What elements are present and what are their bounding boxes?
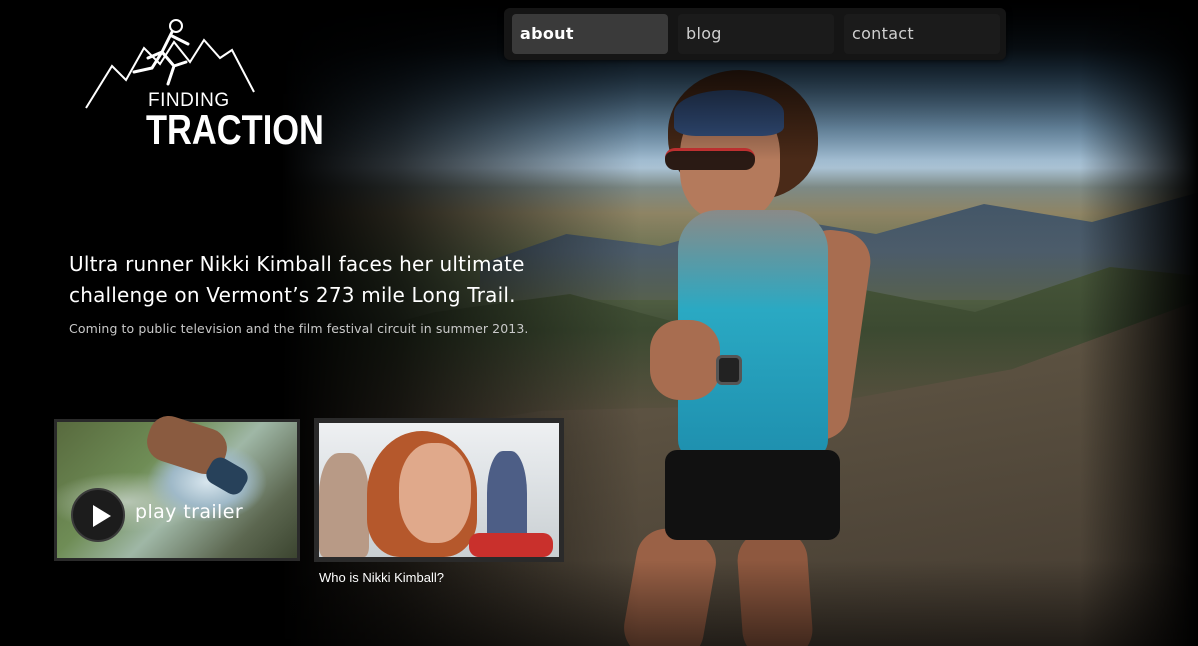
runner-arm	[650, 320, 720, 400]
play-icon[interactable]	[71, 488, 125, 542]
nav-item-label: contact	[852, 24, 914, 43]
runner-shorts	[665, 450, 840, 540]
profile-image	[319, 423, 559, 557]
hero-headline: Ultra runner Nikki Kimball faces her ult…	[69, 252, 525, 307]
nav-item-about[interactable]: about	[512, 14, 668, 54]
crowd-person	[319, 453, 369, 557]
nav-item-label: about	[520, 24, 574, 43]
profile-caption-link[interactable]: Who is Nikki Kimball?	[319, 570, 444, 585]
site-logo[interactable]: FINDING TRACTION	[82, 18, 324, 158]
logo-traction: TRACTION	[146, 106, 324, 153]
vignette	[0, 560, 1198, 646]
main-nav: about blog contact	[504, 8, 1006, 60]
nav-item-label: blog	[686, 24, 722, 43]
trailer-thumbnail[interactable]: play trailer	[54, 410, 300, 561]
vignette	[1080, 0, 1198, 646]
crowd-person	[469, 533, 553, 557]
watch-icon	[716, 355, 742, 385]
nikki-face	[399, 443, 471, 543]
play-trailer-label[interactable]: play trailer	[135, 501, 243, 523]
nav-item-contact[interactable]: contact	[844, 14, 1000, 54]
profile-video-thumbnail[interactable]	[314, 418, 564, 562]
hero-subline: Coming to public television and the film…	[69, 321, 529, 336]
nav-item-blog[interactable]: blog	[678, 14, 834, 54]
